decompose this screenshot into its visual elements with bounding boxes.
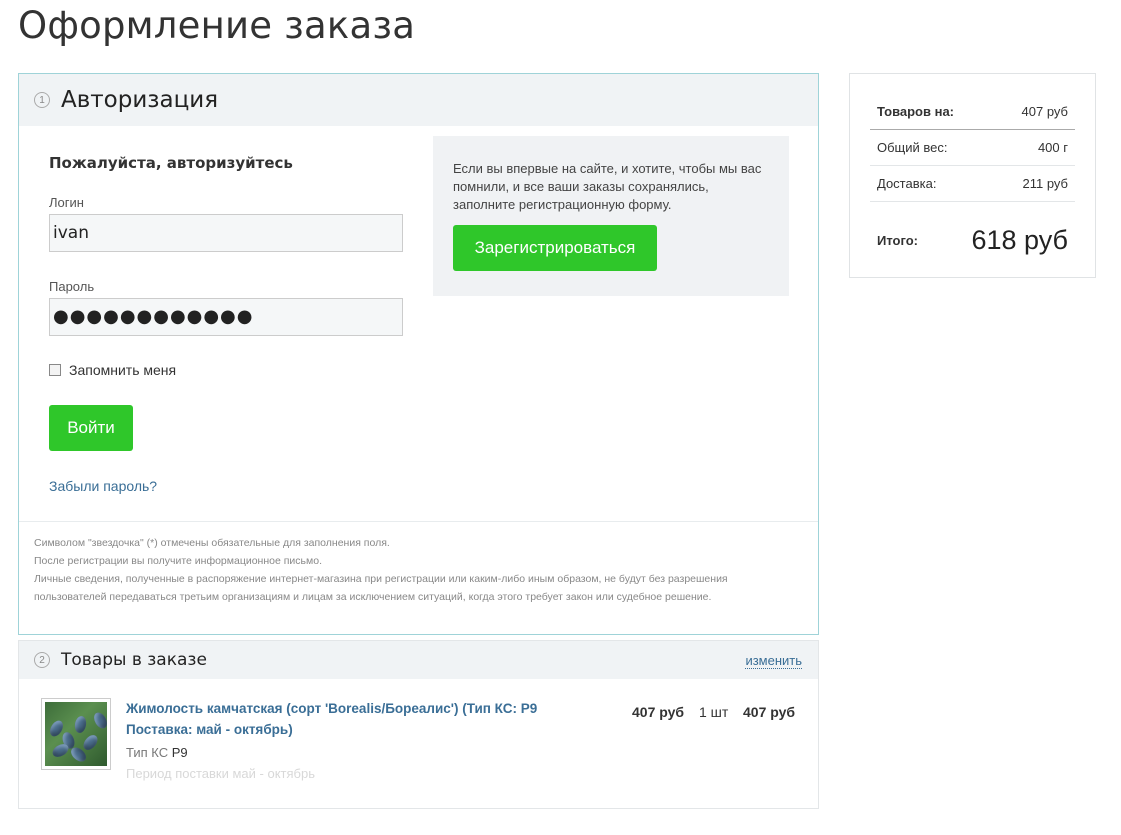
product-name-link[interactable]: Жимолость камчатская (сорт 'Borealis/Бор… xyxy=(126,698,596,740)
summary-delivery-value: 211 руб xyxy=(1022,176,1068,191)
auth-footer-notes: Символом "звездочка" (*) отмечены обязат… xyxy=(19,521,818,618)
items-section-header: 2 Товары в заказе изменить xyxy=(19,641,818,679)
login-button[interactable]: Войти xyxy=(49,405,133,451)
product-thumbnail[interactable] xyxy=(41,698,111,770)
product-price: 407 руб xyxy=(632,704,685,720)
password-label: Пароль xyxy=(49,279,95,294)
remember-me-label[interactable]: Запомнить меня xyxy=(69,362,176,378)
step-number: 1 xyxy=(34,92,50,108)
step-number: 2 xyxy=(34,652,50,668)
register-text: Если вы впервые на сайте, и хотите, чтоб… xyxy=(453,161,762,212)
summary-goods-row: Товаров на: 407 руб xyxy=(870,94,1075,130)
summary-total-row: Итого: 618 руб xyxy=(870,202,1075,278)
items-section-title: Товары в заказе xyxy=(61,650,207,670)
login-form: Пожалуйста, авторизуйтесь Логин ivan Пар… xyxy=(49,154,403,494)
footer-note: Символом "звездочка" (*) отмечены обязат… xyxy=(34,537,390,549)
order-items-section: 2 Товары в заказе изменить Жимолость кам… xyxy=(18,640,819,809)
product-property: Тип КС Р9 xyxy=(126,745,188,760)
product-quantity: 1 шт xyxy=(699,704,729,720)
footer-note: Личные сведения, полученные в распоряжен… xyxy=(34,573,728,585)
login-input[interactable]: ivan xyxy=(49,214,403,252)
footer-note: пользователей передаваться третьим орган… xyxy=(34,591,712,603)
auth-section: 1 Авторизация Пожалуйста, авторизуйтесь … xyxy=(18,73,819,635)
product-image xyxy=(45,702,107,766)
summary-goods-value: 407 руб xyxy=(1021,104,1068,119)
page-title: Оформление заказа xyxy=(18,4,416,47)
summary-delivery-row: Доставка: 211 руб xyxy=(870,166,1075,202)
register-panel: Если вы впервые на сайте, и хотите, чтоб… xyxy=(433,136,789,296)
register-button[interactable]: Зарегистрироваться xyxy=(453,225,657,271)
summary-total-label: Итого: xyxy=(877,232,918,248)
summary-goods-label: Товаров на: xyxy=(877,104,955,119)
login-label: Логин xyxy=(49,195,84,210)
summary-weight-label: Общий вес: xyxy=(877,140,948,155)
order-summary: Товаров на: 407 руб Общий вес: 400 г Дос… xyxy=(849,73,1096,278)
footer-note: После регистрации вы получите информацио… xyxy=(34,555,322,567)
password-input[interactable]: ●●●●●●●●●●●● xyxy=(49,298,403,336)
remember-me-row[interactable]: Запомнить меня xyxy=(49,362,403,378)
product-property-delivery: Период поставки май - октябрь xyxy=(126,766,315,781)
login-field-group: Логин ivan xyxy=(49,195,403,252)
remember-me-checkbox[interactable] xyxy=(49,364,61,376)
auth-section-header: 1 Авторизация xyxy=(19,74,818,126)
summary-weight-row: Общий вес: 400 г xyxy=(870,130,1075,166)
auth-section-title: Авторизация xyxy=(61,87,219,113)
product-property-label: Тип КС xyxy=(126,745,169,760)
summary-delivery-label: Доставка: xyxy=(877,176,937,191)
summary-total-value: 618 руб xyxy=(971,224,1068,255)
password-field-group: Пароль ●●●●●●●●●●●● xyxy=(49,279,403,336)
change-items-link[interactable]: изменить xyxy=(745,653,802,669)
summary-weight-value: 400 г xyxy=(1037,140,1068,155)
auth-heading: Пожалуйста, авторизуйтесь xyxy=(49,154,293,172)
product-sum: 407 руб xyxy=(743,704,796,720)
product-property-value: Р9 xyxy=(171,745,188,760)
forgot-password-link[interactable]: Забыли пароль? xyxy=(49,478,403,494)
